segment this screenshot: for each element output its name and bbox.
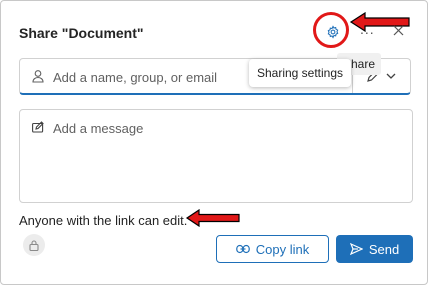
annotation-arrow-bottom <box>185 209 240 227</box>
send-button[interactable]: Send <box>336 235 413 263</box>
chevron-down-icon <box>386 73 396 79</box>
link-settings-button[interactable] <box>23 234 45 256</box>
close-button[interactable] <box>389 21 407 39</box>
close-icon <box>393 25 403 35</box>
link-icon <box>235 244 250 254</box>
dialog-title: Share "Document" <box>19 25 144 41</box>
recipient-input[interactable] <box>51 66 255 88</box>
send-icon <box>349 243 363 255</box>
person-icon <box>32 70 44 83</box>
lock-icon <box>29 239 39 251</box>
link-permission-text: Anyone with the link can edit. <box>19 213 188 228</box>
more-options-button[interactable]: ... <box>360 21 375 37</box>
sharing-settings-tooltip: Sharing settings <box>249 59 351 87</box>
message-input[interactable] <box>51 119 395 193</box>
share-dialog: Share "Document" ... Add a name, group, … <box>0 0 428 285</box>
message-field[interactable] <box>19 109 413 203</box>
copy-link-label: Copy link <box>255 241 310 257</box>
copy-link-button[interactable]: Copy link <box>216 235 329 263</box>
edit-message-icon <box>32 121 44 133</box>
send-label: Send <box>368 241 400 257</box>
annotation-circle <box>313 12 349 48</box>
